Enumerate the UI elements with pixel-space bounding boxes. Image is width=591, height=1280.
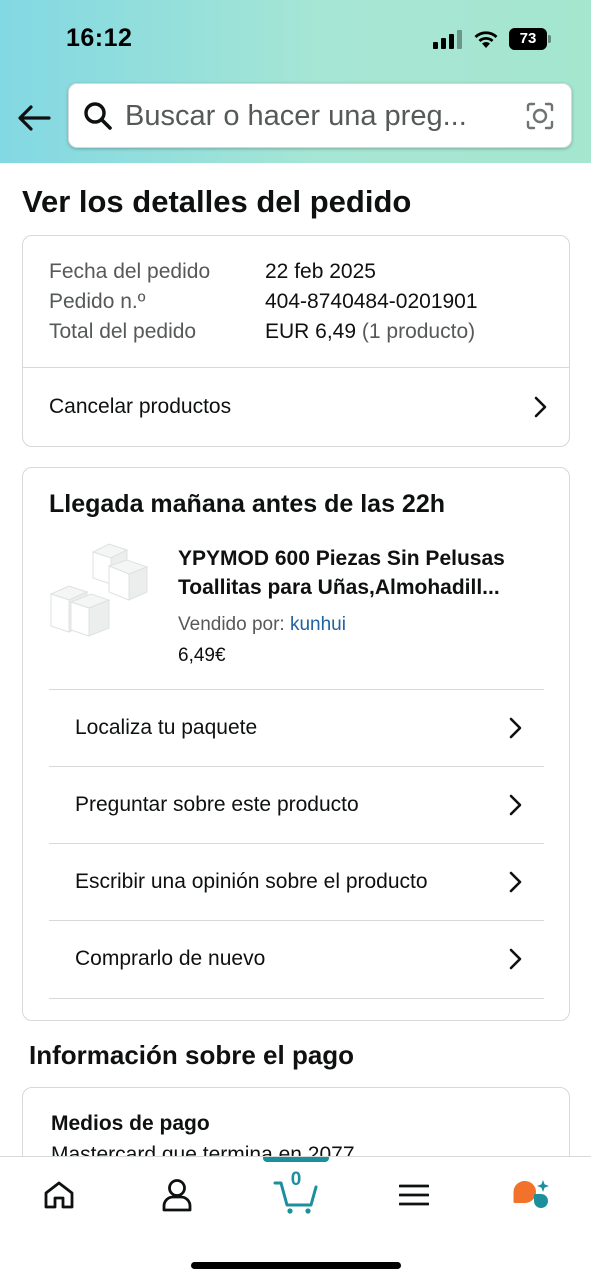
status-icons: 73 xyxy=(433,26,551,52)
nav-account[interactable] xyxy=(147,1173,207,1217)
order-total-amount: EUR 6,49 xyxy=(265,320,357,343)
seller-info: Vendido por: kunhui xyxy=(178,614,346,636)
order-total-label: Total del pedido xyxy=(49,320,197,343)
cart-count: 0 xyxy=(290,1169,302,1190)
wifi-icon xyxy=(474,31,498,48)
delivery-status-title: Llegada mañana antes de las 22h xyxy=(49,490,445,518)
chevron-right-icon xyxy=(509,794,522,815)
order-number-value: 404-8740484-0201901 xyxy=(265,290,478,313)
cancel-products-label: Cancelar productos xyxy=(49,395,232,418)
write-review-label: Escribir una opinión sobre el producto xyxy=(75,869,428,893)
buy-again-link[interactable]: Comprarlo de nuevo xyxy=(49,920,544,997)
product-image[interactable] xyxy=(47,540,157,650)
divider xyxy=(49,998,544,999)
menu-icon xyxy=(399,1184,429,1206)
home-indicator xyxy=(191,1262,401,1269)
cancel-products-link[interactable]: Cancelar productos xyxy=(23,368,569,446)
order-date-value: 22 feb 2025 xyxy=(265,260,376,283)
seller-link[interactable]: kunhui xyxy=(290,614,346,635)
nav-menu[interactable] xyxy=(384,1173,444,1217)
camera-search-icon[interactable] xyxy=(525,101,555,131)
home-icon xyxy=(44,1181,74,1209)
active-tab-indicator xyxy=(263,1157,329,1162)
payment-section-title: Información sobre el pago xyxy=(29,1040,355,1070)
chevron-right-icon xyxy=(509,717,522,738)
nav-rufus[interactable] xyxy=(501,1173,561,1217)
track-package-link[interactable]: Localiza tu paquete xyxy=(49,689,544,766)
product-price: 6,49€ xyxy=(178,645,226,666)
back-button[interactable] xyxy=(14,98,54,138)
app-header: 16:12 73 xyxy=(0,0,591,163)
chevron-right-icon xyxy=(534,396,547,418)
nav-cart[interactable]: 0 xyxy=(266,1169,326,1217)
account-icon xyxy=(162,1179,192,1212)
search-input[interactable] xyxy=(125,96,517,136)
chevron-right-icon xyxy=(509,871,522,892)
page-title: Ver los detalles del pedido xyxy=(22,184,412,219)
order-total-count: (1 producto) xyxy=(361,320,476,343)
buy-again-label: Comprarlo de nuevo xyxy=(75,946,266,970)
seller-prefix: Vendido por: xyxy=(178,614,285,635)
order-date-label: Fecha del pedido xyxy=(49,260,211,283)
ask-about-product-link[interactable]: Preguntar sobre este producto xyxy=(49,766,544,843)
cellular-signal-icon xyxy=(433,30,462,49)
nav-home[interactable] xyxy=(29,1173,89,1217)
ask-about-product-label: Preguntar sobre este producto xyxy=(75,792,359,816)
order-summary-card: Fecha del pedido 22 feb 2025 Pedido n.º … xyxy=(22,235,570,447)
bottom-navigation: 0 xyxy=(0,1156,591,1280)
delivery-card: Llegada mañana antes de las 22h YPYMOD 6… xyxy=(22,467,570,1021)
order-total-value: EUR 6,49 (1 producto) xyxy=(265,320,475,344)
product-title-line-2: Toallitas para Uñas,Almohadill... xyxy=(178,576,500,599)
write-review-link[interactable]: Escribir una opinión sobre el producto xyxy=(49,843,544,920)
order-number-label: Pedido n.º xyxy=(49,290,146,313)
track-package-label: Localiza tu paquete xyxy=(75,715,258,739)
back-arrow-icon xyxy=(18,105,51,131)
product-title[interactable]: YPYMOD 600 Piezas Sin Pelusas Toallitas … xyxy=(178,544,538,602)
battery-level: 73 xyxy=(519,30,537,47)
search-bar[interactable] xyxy=(68,83,572,148)
search-icon xyxy=(84,102,112,130)
status-time: 16:12 xyxy=(66,24,133,52)
product-title-line-1: YPYMOD 600 Piezas Sin Pelusas xyxy=(178,547,505,570)
battery-icon: 73 xyxy=(509,28,551,50)
chevron-right-icon xyxy=(509,948,522,969)
rufus-icon xyxy=(513,1180,549,1208)
payment-method-label: Medios de pago xyxy=(51,1112,210,1135)
